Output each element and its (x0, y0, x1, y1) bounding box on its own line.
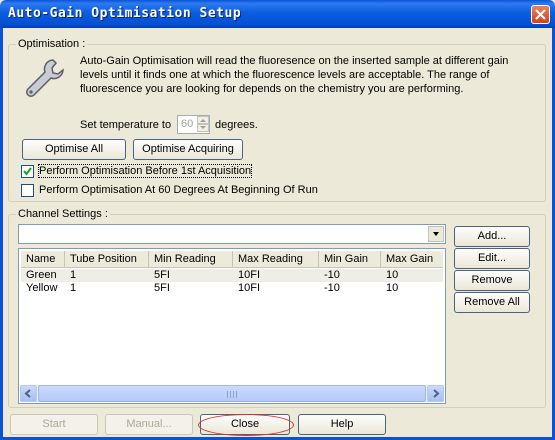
window-title: Auto-Gain Optimisation Setup (8, 6, 242, 21)
grip-icon (227, 391, 237, 398)
help-button[interactable]: Help (298, 414, 386, 435)
table-row[interactable]: Yellow 1 5FI 10FI -10 10 (21, 282, 443, 295)
temperature-label: Set temperature to (80, 119, 172, 131)
row-cell: -10 (324, 269, 340, 281)
row-cell: 10FI (238, 269, 261, 281)
row-cell: 5FI (154, 269, 170, 281)
at-60-degrees-label: Perform Optimisation At 60 Degrees At Be… (39, 184, 318, 196)
row-cell: 10FI (238, 282, 261, 294)
channel-list[interactable]: Name Tube Position Min Reading Max Readi… (18, 248, 446, 404)
channel-list-header: Name Tube Position Min Reading Max Readi… (21, 251, 443, 268)
wrench-icon (26, 59, 64, 97)
column-tube-position[interactable]: Tube Position (65, 251, 149, 268)
channel-combobox[interactable] (18, 224, 446, 244)
scroll-left-icon[interactable] (20, 385, 37, 402)
start-button[interactable]: Start (10, 414, 98, 435)
row-cell: 10 (386, 269, 399, 281)
remove-button[interactable]: Remove (454, 270, 530, 291)
temperature-value: 60 (181, 118, 194, 130)
row-cell: 5FI (154, 282, 170, 294)
optimisation-group-label: Optimisation : (16, 38, 88, 50)
column-name[interactable]: Name (21, 251, 65, 268)
column-max-gain[interactable]: Max Gain (381, 251, 443, 268)
channel-settings-label: Channel Settings : (16, 208, 110, 220)
column-max-reading[interactable]: Max Reading (233, 251, 319, 268)
manual-button[interactable]: Manual... (105, 414, 193, 435)
temperature-spinner[interactable]: 60 (177, 115, 210, 134)
edit-button[interactable]: Edit... (454, 248, 530, 269)
chevron-down-icon[interactable] (428, 226, 444, 242)
title-bar[interactable]: Auto-Gain Optimisation Setup (0, 0, 555, 28)
scroll-thumb[interactable] (38, 385, 426, 402)
optimisation-description: Auto-Gain Optimisation will read the flu… (80, 55, 509, 95)
table-row[interactable]: Green 1 5FI 10FI -10 10 (21, 269, 443, 282)
row-cell: Yellow (26, 282, 58, 294)
spin-up-icon[interactable] (197, 116, 209, 124)
close-button[interactable]: Close (200, 414, 290, 435)
at-60-degrees-checkbox[interactable] (21, 184, 34, 197)
row-cell: Green (26, 269, 57, 281)
column-min-reading[interactable]: Min Reading (149, 251, 233, 268)
degrees-label: degrees. (215, 119, 258, 131)
optimise-all-button[interactable]: Optimise All (22, 139, 126, 160)
optimise-acquiring-button[interactable]: Optimise Acquiring (133, 139, 243, 160)
close-icon[interactable] (531, 5, 550, 24)
spin-down-icon[interactable] (197, 124, 209, 132)
add-button[interactable]: Add... (454, 226, 530, 247)
row-cell: -10 (324, 282, 340, 294)
row-cell: 1 (70, 282, 77, 294)
before-acquisition-label: Perform Optimisation Before 1st Acquisit… (37, 164, 253, 178)
before-acquisition-checkbox[interactable] (21, 165, 34, 178)
remove-all-button[interactable]: Remove All (454, 292, 530, 313)
row-cell: 1 (70, 269, 77, 281)
scroll-right-icon[interactable] (427, 385, 444, 402)
horizontal-scrollbar[interactable] (20, 385, 444, 402)
row-cell: 10 (386, 282, 399, 294)
column-min-gain[interactable]: Min Gain (319, 251, 381, 268)
